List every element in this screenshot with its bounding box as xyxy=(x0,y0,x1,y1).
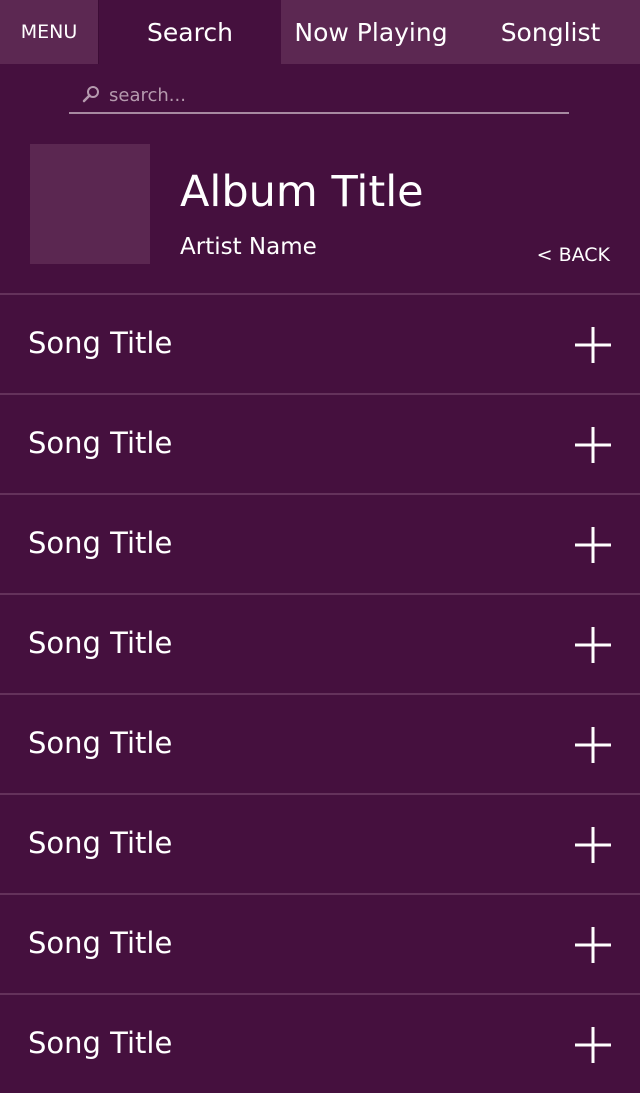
tab-now-playing[interactable]: Now Playing xyxy=(281,0,461,64)
back-button[interactable]: < BACK xyxy=(537,240,610,270)
song-title: Song Title xyxy=(28,926,173,960)
menu-button[interactable]: MENU xyxy=(0,0,99,64)
plus-icon[interactable] xyxy=(575,627,611,663)
song-list: Song Title Song Title Song Title Song Ti… xyxy=(0,293,640,1093)
song-row[interactable]: Song Title xyxy=(0,593,640,693)
song-title: Song Title xyxy=(28,1026,173,1060)
song-row[interactable]: Song Title xyxy=(0,293,640,393)
album-header: Album Title Artist Name < BACK xyxy=(0,144,640,294)
song-title: Song Title xyxy=(28,426,173,460)
song-title: Song Title xyxy=(28,326,173,360)
song-row[interactable]: Song Title xyxy=(0,493,640,593)
plus-icon[interactable] xyxy=(575,327,611,363)
tab-songlist[interactable]: Songlist xyxy=(461,0,640,64)
song-title: Song Title xyxy=(28,726,173,760)
plus-icon[interactable] xyxy=(575,827,611,863)
song-row[interactable]: Song Title xyxy=(0,693,640,793)
plus-icon[interactable] xyxy=(575,1027,611,1063)
tab-search[interactable]: Search xyxy=(99,0,281,64)
album-art xyxy=(30,144,150,264)
plus-icon[interactable] xyxy=(575,927,611,963)
search-input[interactable] xyxy=(109,81,549,109)
artist-name: Artist Name xyxy=(180,234,317,260)
song-row[interactable]: Song Title xyxy=(0,893,640,993)
song-title: Song Title xyxy=(28,826,173,860)
plus-icon[interactable] xyxy=(575,427,611,463)
search-bar xyxy=(69,78,569,114)
album-title: Album Title xyxy=(180,167,424,217)
song-title: Song Title xyxy=(28,526,173,560)
plus-icon[interactable] xyxy=(575,527,611,563)
tab-bar: MENU Search Now Playing Songlist xyxy=(0,0,640,64)
plus-icon[interactable] xyxy=(575,727,611,763)
song-title: Song Title xyxy=(28,626,173,660)
search-icon xyxy=(82,86,99,103)
song-row[interactable]: Song Title xyxy=(0,993,640,1093)
song-row[interactable]: Song Title xyxy=(0,393,640,493)
song-row[interactable]: Song Title xyxy=(0,793,640,893)
